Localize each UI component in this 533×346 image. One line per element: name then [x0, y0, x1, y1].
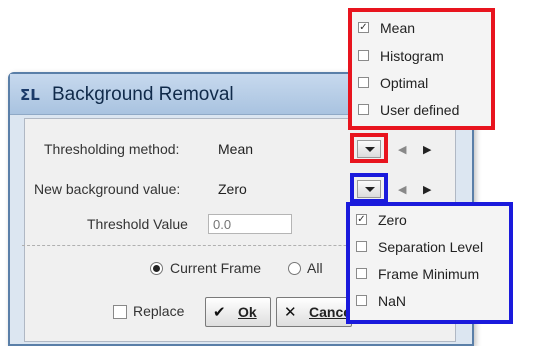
thresholding-dropdown-highlight	[350, 133, 388, 163]
background-menu-highlight	[346, 202, 513, 324]
check-icon: ✔	[213, 304, 226, 321]
triangle-left-icon[interactable]: ◀	[398, 143, 406, 156]
method-menu-highlight	[348, 8, 495, 130]
cancel-button[interactable]: ✕ Cancel	[276, 297, 352, 327]
thresholding-method-value[interactable]: Mean	[218, 141, 253, 157]
ok-button[interactable]: ✔ Ok	[205, 297, 271, 327]
replace-checkbox[interactable]	[113, 305, 127, 319]
sigma-icon: ΣL	[20, 86, 40, 104]
triangle-right-icon[interactable]: ▶	[423, 143, 431, 156]
triangle-right-icon[interactable]: ▶	[423, 183, 431, 196]
triangle-left-icon[interactable]: ◀	[398, 183, 406, 196]
background-dropdown-highlight	[350, 173, 388, 203]
ok-button-label: Ok	[238, 304, 257, 320]
replace-label: Replace	[133, 303, 185, 319]
x-icon: ✕	[284, 304, 297, 321]
dialog-title: Background Removal	[52, 84, 234, 105]
threshold-value-label: Threshold Value	[87, 216, 188, 232]
current-frame-label: Current Frame	[170, 260, 262, 276]
current-frame-radio[interactable]	[150, 262, 163, 275]
thresholding-method-label: Thresholding method:	[44, 141, 180, 157]
threshold-value-input[interactable]	[208, 214, 292, 234]
new-background-value-value[interactable]: Zero	[218, 181, 247, 197]
all-label: All	[307, 260, 323, 276]
all-radio[interactable]	[288, 262, 301, 275]
new-background-value-label: New background value:	[34, 181, 181, 197]
